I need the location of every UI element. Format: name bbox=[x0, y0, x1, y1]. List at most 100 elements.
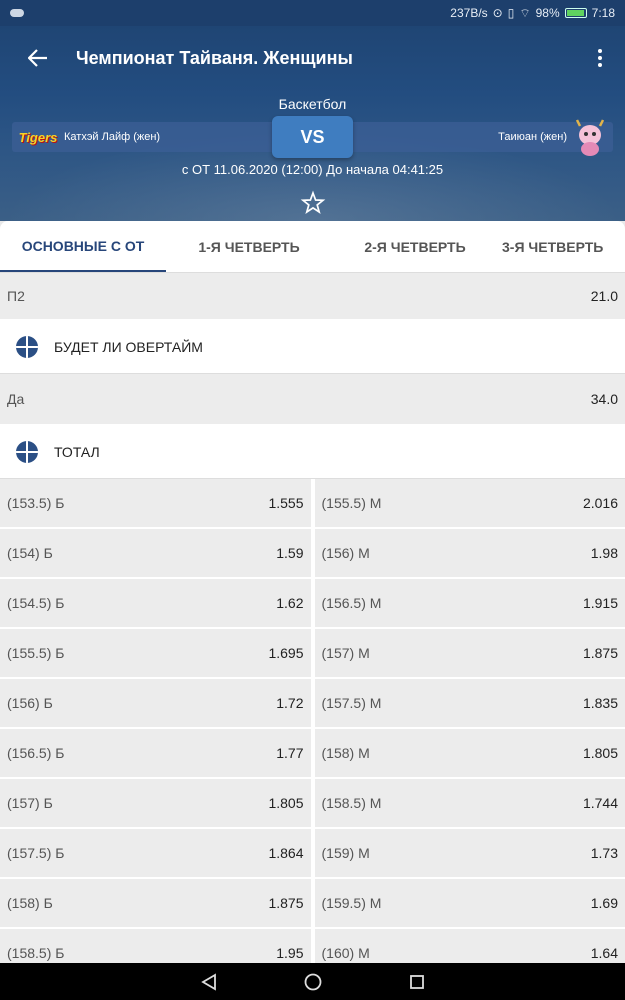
bet-label: (156) Б bbox=[7, 695, 53, 711]
total-under-cell[interactable]: (156.5) М 1.915 bbox=[310, 579, 625, 627]
sport-label: Баскетбол bbox=[278, 96, 347, 112]
bet-row-p2[interactable]: П2 21.0 bbox=[0, 273, 625, 320]
bet-odd: 1.555 bbox=[268, 495, 304, 511]
total-under-cell[interactable]: (159) М 1.73 bbox=[310, 829, 625, 877]
total-under-cell[interactable]: (156) М 1.98 bbox=[310, 529, 625, 577]
bet-odd: 1.695 bbox=[268, 645, 304, 661]
total-over-cell[interactable]: (155.5) Б 1.695 bbox=[0, 629, 311, 677]
bet-label: П2 bbox=[7, 288, 25, 304]
bet-odd: 1.95 bbox=[276, 945, 304, 961]
total-under-cell[interactable]: (158.5) М 1.744 bbox=[310, 779, 625, 827]
team-away-name: Таиюан (жен) bbox=[498, 131, 567, 143]
match-start-info: с ОТ 11.06.2020 (12:00) До начала 04:41:… bbox=[181, 162, 444, 177]
tab-quarter-3[interactable]: 3-Я ЧЕТВЕРТЬ bbox=[498, 221, 625, 272]
back-button[interactable] bbox=[0, 26, 76, 90]
circle-home-icon bbox=[304, 973, 321, 990]
total-under-cell[interactable]: (155.5) М 2.016 bbox=[310, 479, 625, 527]
total-under-cell[interactable]: (157) М 1.875 bbox=[310, 629, 625, 677]
bet-odd: 21.0 bbox=[590, 288, 618, 304]
bet-odd: 1.98 bbox=[590, 545, 618, 561]
bet-odd: 1.835 bbox=[582, 695, 618, 711]
section-total[interactable]: ТОТАЛ bbox=[0, 425, 625, 479]
total-row: (157) Б 1.805 (158.5) М 1.744 bbox=[0, 779, 625, 829]
star-outline-icon[interactable] bbox=[300, 190, 326, 216]
more-menu-button[interactable] bbox=[575, 26, 625, 90]
tab-quarter-2[interactable]: 2-Я ЧЕТВЕРТЬ bbox=[332, 221, 498, 272]
match-header: Чемпионат Тайваня. Женщины Баскетбол Tig… bbox=[0, 26, 625, 221]
total-over-cell[interactable]: (158) Б 1.875 bbox=[0, 879, 311, 927]
bet-odd: 1.744 bbox=[582, 795, 618, 811]
bet-odd: 1.805 bbox=[268, 795, 304, 811]
bet-label: Да bbox=[7, 391, 25, 407]
bet-odd: 1.875 bbox=[268, 895, 304, 911]
bet-label: (158) М bbox=[321, 745, 370, 761]
vibrate-icon: ▯ bbox=[507, 6, 515, 20]
wifi-icon: ⌔ bbox=[519, 5, 531, 20]
total-under-cell[interactable]: (160) М 1.64 bbox=[310, 929, 625, 963]
tab-quarter-1[interactable]: 1-Я ЧЕТВЕРТЬ bbox=[166, 221, 332, 272]
clock: 7:18 bbox=[591, 6, 615, 20]
triangle-back-icon bbox=[200, 972, 216, 991]
bet-label: (154.5) Б bbox=[7, 595, 65, 611]
total-row: (156.5) Б 1.77 (158) М 1.805 bbox=[0, 729, 625, 779]
bet-label: (154) Б bbox=[7, 545, 53, 561]
total-row: (154) Б 1.59 (156) М 1.98 bbox=[0, 529, 625, 579]
arrow-left-icon bbox=[28, 49, 47, 67]
bet-label: (156.5) М bbox=[321, 595, 382, 611]
basketball-icon bbox=[16, 440, 38, 463]
bet-label: (157.5) Б bbox=[7, 845, 65, 861]
bet-row-overtime-yes[interactable]: Да 34.0 bbox=[0, 374, 625, 425]
bet-label: (157) Б bbox=[7, 795, 53, 811]
bet-label: (156) М bbox=[321, 545, 370, 561]
cloud-icon bbox=[10, 9, 24, 17]
bet-label: (158.5) М bbox=[321, 795, 382, 811]
total-row: (156) Б 1.72 (157.5) М 1.835 bbox=[0, 679, 625, 729]
total-over-cell[interactable]: (156.5) Б 1.77 bbox=[0, 729, 311, 777]
bet-label: (160) М bbox=[321, 945, 370, 961]
bet-label: (155.5) Б bbox=[7, 645, 65, 661]
team-home[interactable]: Tigers Катхэй Лайф (жен) bbox=[12, 122, 313, 152]
app-bar: Чемпионат Тайваня. Женщины bbox=[0, 26, 625, 90]
location-icon: ⊙ bbox=[492, 6, 503, 20]
battery-percent: 98% bbox=[535, 6, 560, 20]
total-under-cell[interactable]: (158) М 1.805 bbox=[310, 729, 625, 777]
team-away[interactable]: Таиюан (жен) bbox=[313, 117, 614, 157]
total-row: (154.5) Б 1.62 (156.5) М 1.915 bbox=[0, 579, 625, 629]
totals-list: (153.5) Б 1.555 (155.5) М 2.016 (154) Б 1.5… bbox=[0, 479, 625, 963]
total-over-cell[interactable]: (156) Б 1.72 bbox=[0, 679, 311, 727]
nav-home-button[interactable] bbox=[301, 970, 325, 994]
bet-odd: 1.69 bbox=[590, 895, 618, 911]
basketball-icon bbox=[16, 335, 38, 358]
total-over-cell[interactable]: (153.5) Б 1.555 bbox=[0, 479, 311, 527]
total-under-cell[interactable]: (157.5) М 1.835 bbox=[310, 679, 625, 727]
nav-back-button[interactable] bbox=[197, 970, 221, 994]
status-bar: 237B/s ⊙ ▯ ⌔ 98% 7:18 bbox=[0, 0, 625, 26]
bet-odd: 1.59 bbox=[276, 545, 304, 561]
bet-odd: 1.864 bbox=[268, 845, 304, 861]
nav-recent-button[interactable] bbox=[405, 970, 429, 994]
total-over-cell[interactable]: (158.5) Б 1.95 bbox=[0, 929, 311, 963]
system-nav-bar bbox=[0, 963, 625, 1000]
bet-label: (159.5) М bbox=[321, 895, 382, 911]
network-speed: 237B/s bbox=[450, 6, 488, 20]
total-over-cell[interactable]: (154.5) Б 1.62 bbox=[0, 579, 311, 627]
section-overtime[interactable]: БУДЕТ ЛИ ОВЕРТАЙМ bbox=[0, 320, 625, 374]
total-over-cell[interactable]: (157.5) Б 1.864 bbox=[0, 829, 311, 877]
page-title: Чемпионат Тайваня. Женщины bbox=[76, 47, 353, 68]
bet-odd: 34.0 bbox=[590, 391, 618, 407]
total-row: (155.5) Б 1.695 (157) М 1.875 bbox=[0, 629, 625, 679]
bet-label: (159) М bbox=[321, 845, 370, 861]
bet-label: (157) М bbox=[321, 645, 370, 661]
total-over-cell[interactable]: (154) Б 1.59 bbox=[0, 529, 311, 577]
total-over-cell[interactable]: (157) Б 1.805 bbox=[0, 779, 311, 827]
total-under-cell[interactable]: (159.5) М 1.69 bbox=[310, 879, 625, 927]
battery-icon bbox=[564, 8, 587, 18]
bet-odd: 1.915 bbox=[582, 595, 618, 611]
total-row: (153.5) Б 1.555 (155.5) М 2.016 bbox=[0, 479, 625, 529]
tab-main-ot[interactable]: ОСНОВНЫЕ С ОТ bbox=[0, 221, 166, 272]
section-title: ТОТАЛ bbox=[54, 443, 100, 460]
team-away-logo bbox=[575, 119, 605, 156]
bet-odd: 1.875 bbox=[582, 645, 618, 661]
square-recent-icon bbox=[409, 974, 424, 989]
total-row: (157.5) Б 1.864 (159) М 1.73 bbox=[0, 829, 625, 879]
